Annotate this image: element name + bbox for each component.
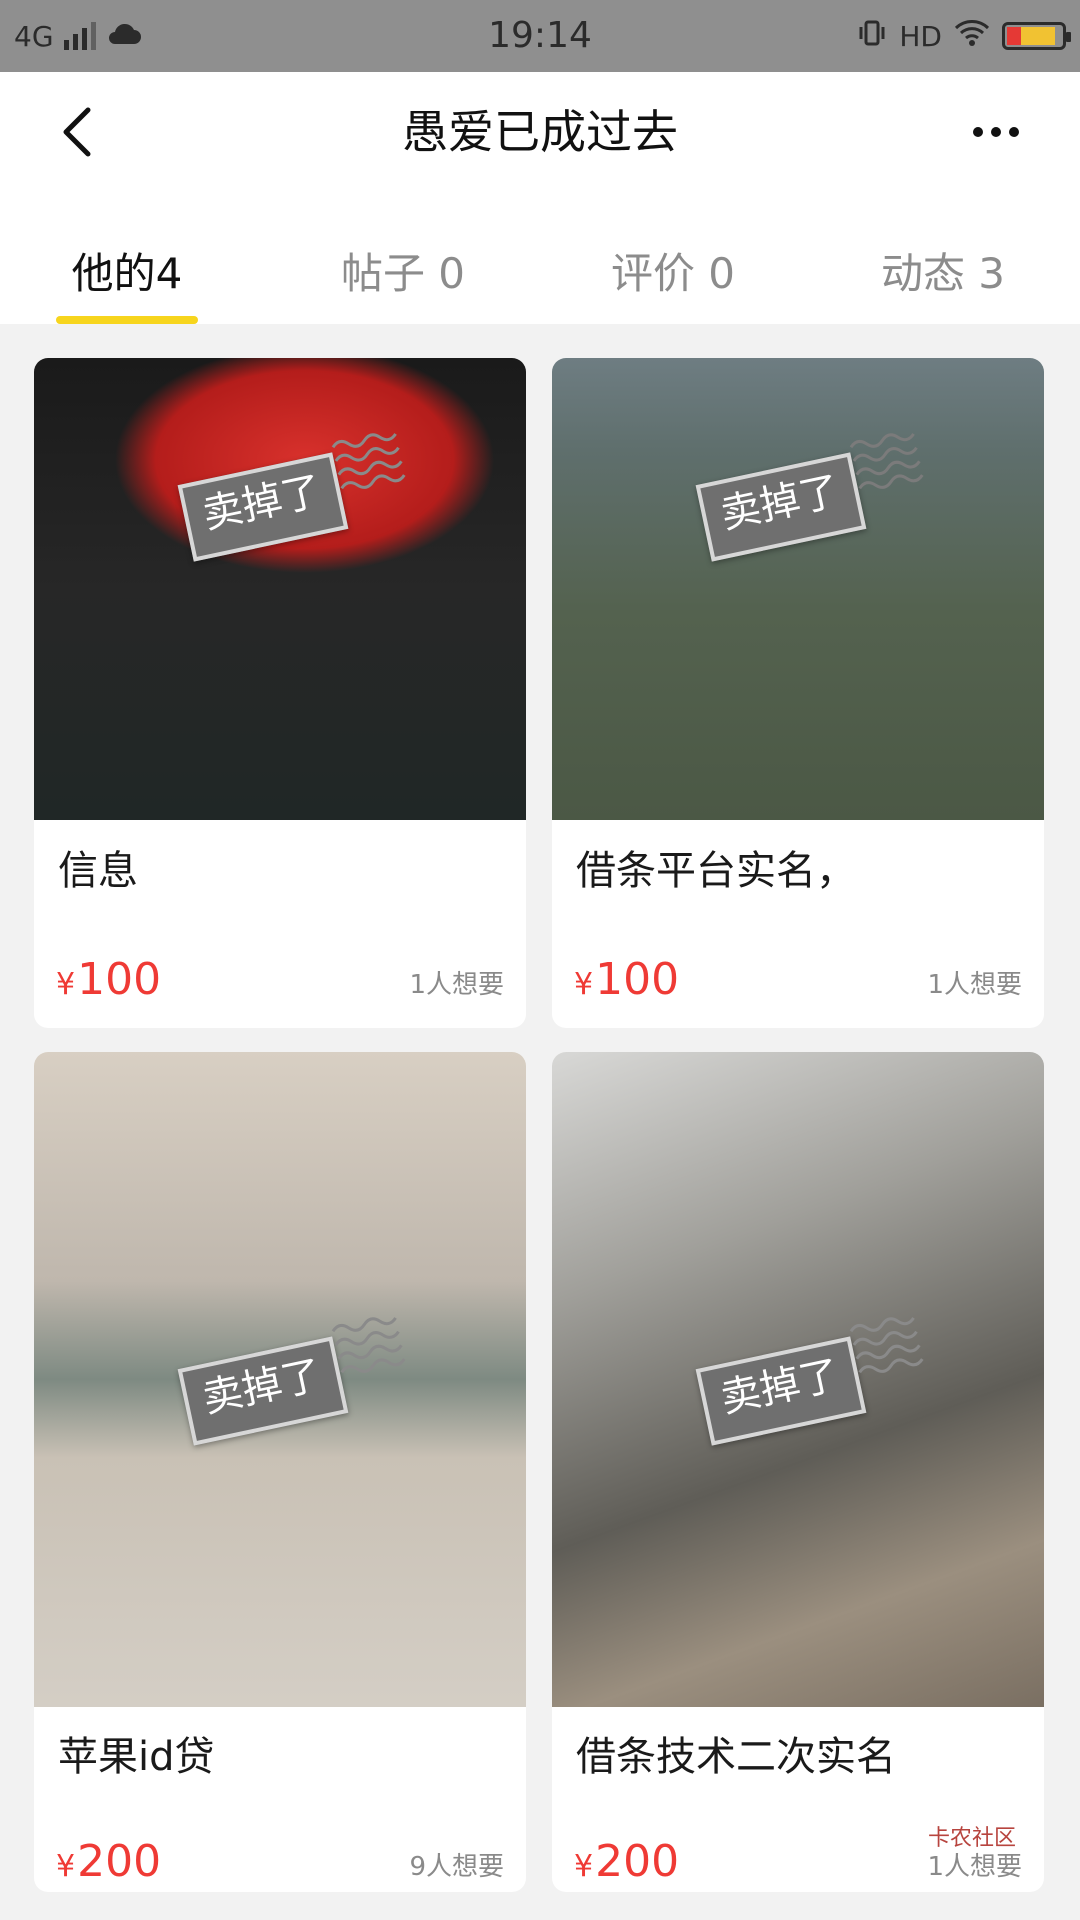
item-title: 借条技术二次实名 <box>576 1734 896 1780</box>
item-wants-count: 1人想要 <box>927 970 1022 1000</box>
tab-items[interactable]: 他的4 <box>52 216 202 324</box>
status-bar: 4G 19:14 HD <box>0 0 1080 72</box>
active-tab-indicator <box>56 316 198 324</box>
item-wants-count: 9人想要 <box>409 1852 504 1882</box>
more-dot-icon <box>991 127 1001 137</box>
price-value: 200 <box>595 1836 680 1887</box>
item-card[interactable]: 卖掉了 借条平台实名， ¥100 1人想要 <box>552 358 1044 1028</box>
item-photo <box>552 358 1044 820</box>
item-photo <box>34 358 526 820</box>
item-title: 苹果id贷 <box>58 1734 215 1780</box>
vibrate-icon <box>857 18 887 55</box>
watermark-logo: 卡农社区 <box>928 1820 1016 1852</box>
item-price: ¥100 <box>574 954 679 1005</box>
tab-label: 动态 3 <box>880 248 1006 298</box>
item-price: ¥200 <box>56 1836 161 1887</box>
tab-label: 帖子 0 <box>340 248 466 298</box>
item-card[interactable]: 卖掉了 苹果id贷 ¥200 9人想要 <box>34 1052 526 1892</box>
item-card[interactable]: 卖掉了 信息 ¥100 1人想要 <box>34 358 526 1028</box>
more-dot-icon <box>1009 127 1019 137</box>
page-title: 愚爱已成过去 <box>402 105 678 159</box>
currency-symbol: ¥ <box>56 1849 76 1884</box>
tab-label: 评价 0 <box>610 248 736 298</box>
hd-label: HD <box>899 19 942 53</box>
status-right: HD <box>857 14 1071 58</box>
currency-symbol: ¥ <box>56 967 76 1002</box>
item-title: 信息 <box>58 848 138 894</box>
currency-symbol: ¥ <box>574 967 594 1002</box>
price-value: 100 <box>77 954 162 1005</box>
tab-reviews[interactable]: 评价 0 <box>588 216 758 324</box>
profile-header: 愚爱已成过去 他的4 帖子 0 评价 0 动态 3 <box>0 72 1080 324</box>
item-price: ¥100 <box>56 954 161 1005</box>
currency-symbol: ¥ <box>574 1849 594 1884</box>
more-options-button[interactable] <box>956 96 1036 168</box>
item-price: ¥200 <box>574 1836 679 1887</box>
price-value: 100 <box>595 954 680 1005</box>
tab-posts[interactable]: 帖子 0 <box>318 216 488 324</box>
profile-tabs: 他的4 帖子 0 评价 0 动态 3 <box>0 216 1080 324</box>
tab-activity[interactable]: 动态 3 <box>858 216 1028 324</box>
item-wants-count: 1人想要 <box>409 970 504 1000</box>
wifi-icon <box>954 19 990 54</box>
tab-label: 他的4 <box>71 248 183 298</box>
watermark-text: 卡农社区 <box>927 1826 1016 1851</box>
price-value: 200 <box>77 1836 162 1887</box>
battery-icon <box>1002 22 1071 50</box>
item-title: 借条平台实名， <box>576 848 856 894</box>
more-dot-icon <box>973 127 983 137</box>
item-card[interactable]: 卖掉了 借条技术二次实名 ¥200 1人想要 卡农社区 <box>552 1052 1044 1892</box>
